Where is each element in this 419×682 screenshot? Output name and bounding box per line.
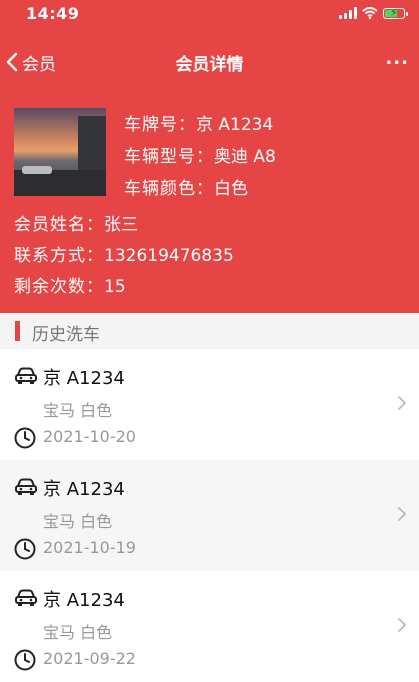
- remaining-value: 15: [104, 277, 126, 297]
- name-row: 会员姓名：张三: [14, 210, 138, 235]
- remaining-row: 剩余次数：15: [14, 272, 126, 297]
- record-date: 2021-10-19: [43, 538, 136, 557]
- history-section-header: 历史洗车: [0, 313, 419, 349]
- record-car: 宝马 白色: [43, 401, 113, 420]
- history-record[interactable]: 京 A1234 宝马 白色 2021-09-22: [0, 571, 419, 682]
- car-icon: [14, 367, 38, 389]
- page-title: 会员详情: [175, 55, 244, 75]
- phone-value[interactable]: 132619476835: [104, 246, 234, 266]
- record-car: 宝马 白色: [43, 512, 113, 531]
- battery-icon: ⚡: [383, 5, 408, 19]
- model-row: 车辆型号：奥迪 A8: [124, 142, 276, 167]
- plate-label: 车牌号：: [124, 115, 196, 135]
- clock-icon: [14, 649, 36, 675]
- remaining-label: 剩余次数：: [14, 277, 104, 297]
- plate-value: 京 A1234: [196, 115, 274, 135]
- model-label: 车辆型号：: [124, 147, 214, 167]
- status-icons: ⚡: [339, 5, 408, 19]
- record-plate: 京 A1234: [43, 368, 125, 389]
- plate-row: 车牌号：京 A1234: [124, 110, 273, 135]
- car-icon: [14, 589, 38, 611]
- color-row: 车辆颜色：白色: [124, 174, 248, 199]
- signal-icon: [339, 7, 357, 19]
- phone-row: 联系方式：132619476835: [14, 241, 234, 266]
- color-value: 白色: [214, 179, 248, 199]
- name-value: 张三: [104, 215, 138, 235]
- model-value: 奥迪 A8: [214, 147, 276, 167]
- chevron-right-icon: [397, 617, 407, 637]
- clock-icon: [14, 427, 36, 453]
- color-label: 车辆颜色：: [124, 179, 214, 199]
- status-time: 14:49: [26, 4, 80, 23]
- record-plate: 京 A1234: [43, 479, 125, 500]
- wifi-icon: [362, 7, 378, 19]
- record-date: 2021-10-20: [43, 427, 136, 446]
- member-header: 14:49 ⚡ 会员 会员详情 ... 车牌号：京 A1234 车辆型号：奥迪 …: [0, 0, 419, 313]
- charging-bolt-icon: ⚡: [390, 5, 398, 19]
- record-date: 2021-09-22: [43, 649, 136, 668]
- more-button[interactable]: ...: [385, 48, 409, 69]
- clock-icon: [14, 538, 36, 564]
- section-accent-bar: [15, 321, 20, 341]
- record-car: 宝马 白色: [43, 623, 113, 642]
- history-record[interactable]: 京 A1234 宝马 白色 2021-10-19: [0, 460, 419, 571]
- history-title: 历史洗车: [32, 325, 100, 345]
- record-plate: 京 A1234: [43, 590, 125, 611]
- chevron-right-icon: [397, 506, 407, 526]
- history-record[interactable]: 京 A1234 宝马 白色 2021-10-20: [0, 349, 419, 460]
- car-icon: [14, 478, 38, 500]
- phone-label: 联系方式：: [14, 246, 104, 266]
- status-bar: 14:49 ⚡: [0, 0, 419, 30]
- car-photo: [14, 108, 106, 196]
- nav-bar: 会员 会员详情 ...: [0, 40, 419, 84]
- name-label: 会员姓名：: [14, 215, 104, 235]
- chevron-right-icon: [397, 395, 407, 415]
